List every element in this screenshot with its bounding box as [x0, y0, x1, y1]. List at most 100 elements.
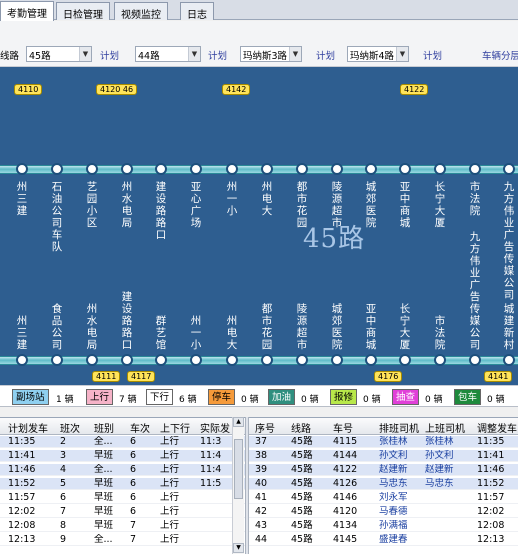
scroll-thumb[interactable] — [234, 439, 243, 499]
bus-marker[interactable]: 4141 — [484, 371, 513, 382]
stop-marker[interactable] — [155, 354, 167, 366]
stop-marker[interactable] — [190, 163, 202, 175]
table-row[interactable]: 42 45路 4120 马春德 12:02 — [249, 506, 518, 518]
column-header[interactable]: 班别 — [94, 420, 114, 435]
route-select-3[interactable]: 玛纳斯4路 ▼ — [347, 46, 409, 62]
stop-marker[interactable] — [86, 163, 98, 175]
driver-table-header: 序号 线路 车号 排班司机 上班司机 调整发车 — [249, 418, 518, 435]
bus-marker[interactable]: 4176 — [374, 371, 403, 382]
column-header[interactable]: 线路 — [291, 420, 311, 435]
bus-marker[interactable]: 4120 46 — [96, 84, 138, 95]
table-row[interactable]: 11:57 6 早班 6 上行 — [0, 492, 245, 504]
legend-badge[interactable]: 停车 — [208, 389, 236, 405]
scroll-down-button[interactable]: ▼ — [233, 543, 244, 553]
route-select-1[interactable]: 44路 ▼ — [135, 46, 201, 62]
table-row[interactable]: 11:52 5 早班 6 上行 11:5 — [0, 478, 245, 490]
table-row[interactable]: 11:46 4 全... 6 上行 11:4 — [0, 464, 245, 476]
legend-count: 6 辆 — [179, 395, 197, 405]
column-header[interactable]: 车次 — [130, 420, 150, 435]
schedule-table: 计划发车 班次 班别 车次 上下行 实际发 11:35 2 全... 6 上行 11:3 11:41 3… — [0, 417, 245, 554]
route-select-0[interactable]: 45路 ▼ — [26, 46, 92, 62]
table-row[interactable]: 41 45路 4146 刘永军 11:57 — [249, 492, 518, 504]
bus-marker[interactable]: 4117 — [127, 371, 156, 382]
stop-marker[interactable] — [261, 163, 273, 175]
table-row[interactable]: 11:41 3 早班 6 上行 11:4 — [0, 450, 245, 462]
lower-stop-name: 城建新村 — [503, 303, 515, 351]
stop-marker[interactable] — [190, 354, 202, 366]
column-header[interactable]: 实际发 — [200, 420, 230, 435]
stop-marker[interactable] — [365, 163, 377, 175]
stop-marker[interactable] — [469, 163, 481, 175]
stop-marker[interactable] — [16, 354, 28, 366]
stop-marker[interactable] — [296, 163, 308, 175]
column-header[interactable]: 排班司机 — [379, 420, 419, 435]
column-header[interactable]: 车号 — [333, 420, 353, 435]
chevron-down-icon[interactable]: ▼ — [188, 47, 200, 61]
scroll-up-button[interactable]: ▲ — [233, 417, 244, 427]
schedule-table-scrollbar[interactable]: ▲ ▼ — [232, 417, 244, 554]
stop-marker[interactable] — [503, 354, 515, 366]
legend-badge[interactable]: 抽查 — [392, 389, 420, 405]
bus-marker[interactable]: 4122 — [400, 84, 429, 95]
table-row[interactable]: 38 45路 4144 孙文利 孙文利 11:41 — [249, 450, 518, 462]
bus-marker[interactable]: 4111 — [92, 371, 121, 382]
stop-marker[interactable] — [121, 163, 133, 175]
table-row[interactable]: 12:02 7 早班 6 上行 — [0, 506, 245, 518]
tab-1[interactable]: 日检管理 — [56, 2, 110, 21]
chevron-down-icon[interactable]: ▼ — [396, 47, 408, 61]
chevron-down-icon[interactable]: ▼ — [79, 47, 91, 61]
tab-0[interactable]: 考勤管理 — [0, 1, 54, 21]
stop-marker[interactable] — [469, 354, 481, 366]
stop-marker[interactable] — [51, 163, 63, 175]
stop-marker[interactable] — [16, 163, 28, 175]
column-header[interactable]: 上班司机 — [425, 420, 465, 435]
chevron-down-icon[interactable]: ▼ — [289, 47, 301, 61]
table-cell: 上行 — [160, 506, 180, 517]
column-header[interactable]: 计划发车 — [8, 420, 48, 435]
table-row[interactable]: 12:08 8 早班 7 上行 — [0, 520, 245, 532]
bus-marker[interactable]: 4110 — [14, 84, 43, 95]
table-row[interactable]: 12:13 9 全... 7 上行 — [0, 534, 245, 546]
legend-badge[interactable]: 副场站 — [12, 389, 49, 405]
table-row[interactable]: 43 45路 4134 孙满福 12:08 — [249, 520, 518, 532]
table-row[interactable]: 40 45路 4126 马忠东 马忠东 11:52 — [249, 478, 518, 490]
column-header[interactable]: 班次 — [60, 420, 80, 435]
legend-badge[interactable]: 包车 — [454, 389, 482, 405]
stop-marker[interactable] — [331, 163, 343, 175]
stop-marker[interactable] — [86, 354, 98, 366]
column-header[interactable]: 序号 — [255, 420, 275, 435]
legend-badge[interactable]: 报修 — [330, 389, 358, 405]
stop-marker[interactable] — [399, 163, 411, 175]
bus-marker[interactable]: 4142 — [222, 84, 251, 95]
stop-marker[interactable] — [399, 354, 411, 366]
stop-marker[interactable] — [434, 163, 446, 175]
route-select-2[interactable]: 玛纳斯3路 ▼ — [240, 46, 302, 62]
stop-marker[interactable] — [331, 354, 343, 366]
table-row[interactable]: 39 45路 4122 赵建新 赵建新 11:46 — [249, 464, 518, 476]
stop-marker[interactable] — [434, 354, 446, 366]
stop-marker[interactable] — [155, 163, 167, 175]
stop-marker[interactable] — [261, 354, 273, 366]
status-legend: 副场站 1 辆上行 7 辆下行 6 辆停车 0 辆加油 0 辆报修 0 辆抽查 0 辆包车 0 … — [0, 385, 518, 407]
column-header[interactable]: 上下行 — [160, 420, 190, 435]
table-row[interactable]: 11:35 2 全... 6 上行 11:3 — [0, 436, 245, 448]
legend-badge[interactable]: 下行 — [146, 389, 174, 405]
tab-3[interactable]: 日志 — [180, 2, 214, 21]
stop-marker[interactable] — [503, 163, 515, 175]
lower-stop-name: 长宁大厦 — [399, 303, 411, 351]
legend-badge[interactable]: 加油 — [268, 389, 296, 405]
stop-marker[interactable] — [121, 354, 133, 366]
stop-marker[interactable] — [226, 163, 238, 175]
table-cell: 43 — [255, 520, 268, 531]
stop-marker[interactable] — [365, 354, 377, 366]
stop-marker[interactable] — [51, 354, 63, 366]
table-cell: 40 — [255, 478, 268, 489]
stop-marker[interactable] — [226, 354, 238, 366]
legend-badge[interactable]: 上行 — [86, 389, 114, 405]
table-row[interactable]: 44 45路 4145 盛建春 12:13 — [249, 534, 518, 546]
column-header[interactable]: 调整发车 — [477, 420, 517, 435]
table-cell: 6 — [130, 492, 137, 503]
tab-2[interactable]: 视频监控 — [114, 2, 168, 21]
stop-marker[interactable] — [296, 354, 308, 366]
table-row[interactable]: 37 45路 4115 张桂林 张桂林 11:35 — [249, 436, 518, 448]
